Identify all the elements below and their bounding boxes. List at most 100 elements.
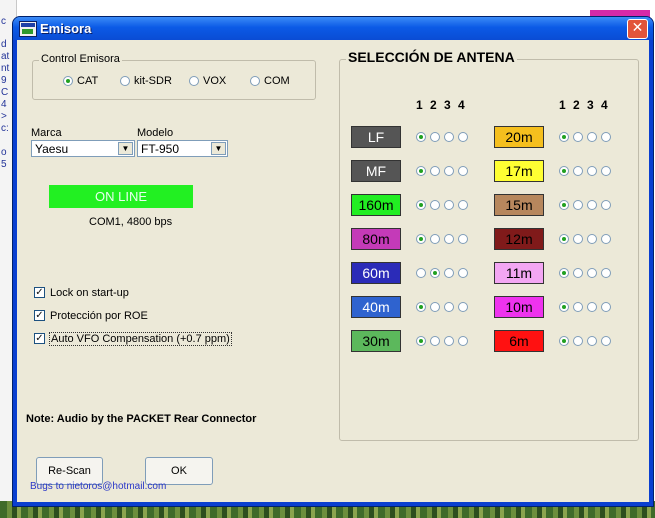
background-text-fragment: 9 — [1, 75, 7, 86]
background-text-fragment: nt — [1, 63, 10, 74]
antenna-1-radio-15m[interactable] — [559, 200, 569, 210]
modelo-select[interactable]: FT-950 ▼ — [137, 140, 228, 157]
antenna-4-radio-60m[interactable] — [458, 268, 468, 278]
antenna-2-radio-80m[interactable] — [430, 234, 440, 244]
antenna-1-radio-11m[interactable] — [559, 268, 569, 278]
antenna-1-radio-mf[interactable] — [416, 166, 426, 176]
antenna-2-radio-lf[interactable] — [430, 132, 440, 142]
antenna-4-radio-20m[interactable] — [601, 132, 611, 142]
band-lf-label: LF — [351, 126, 401, 148]
antenna-3-radio-60m[interactable] — [444, 268, 454, 278]
antenna-3-radio-11m[interactable] — [587, 268, 597, 278]
band-60m-label: 60m — [351, 262, 401, 284]
antenna-1-radio-lf[interactable] — [416, 132, 426, 142]
close-button[interactable]: ✕ — [627, 19, 648, 39]
antenna-1-radio-17m[interactable] — [559, 166, 569, 176]
antenna-2-radio-11m[interactable] — [573, 268, 583, 278]
control-option-label: CAT — [77, 75, 99, 88]
antenna-3-radio-160m[interactable] — [444, 200, 454, 210]
antenna-3-radio-40m[interactable] — [444, 302, 454, 312]
antenna-selection-group: SELECCIÓN DE ANTENA 1 2 3 4 1 2 3 4 LF MF… — [339, 49, 639, 441]
antenna-2-radio-10m[interactable] — [573, 302, 583, 312]
control-radio-vox[interactable] — [189, 76, 199, 87]
band-80m-label: 80m — [351, 228, 401, 250]
antenna-4-radio-12m[interactable] — [601, 234, 611, 244]
lock-on-startup-checkbox[interactable]: ✓ — [34, 287, 45, 298]
antenna-2-radio-20m[interactable] — [573, 132, 583, 142]
band-15m-label: 15m — [494, 194, 544, 216]
antenna-3-radio-lf[interactable] — [444, 132, 454, 142]
antenna-4-radio-lf[interactable] — [458, 132, 468, 142]
left-column-header: 1 2 3 4 — [416, 98, 467, 112]
antenna-4-radio-30m[interactable] — [458, 336, 468, 346]
band-mf-label: MF — [351, 160, 401, 182]
marca-value: Yaesu — [35, 142, 69, 156]
antenna-1-radio-80m[interactable] — [416, 234, 426, 244]
auto-vfo-checkbox[interactable]: ✓ — [34, 333, 45, 344]
port-status-text: COM1, 4800 bps — [89, 216, 173, 228]
antenna-3-radio-20m[interactable] — [587, 132, 597, 142]
antenna-4-radio-17m[interactable] — [601, 166, 611, 176]
antenna-4-radio-mf[interactable] — [458, 166, 468, 176]
antenna-3-radio-6m[interactable] — [587, 336, 597, 346]
antenna-4-radio-80m[interactable] — [458, 234, 468, 244]
chevron-down-icon[interactable]: ▼ — [211, 142, 226, 155]
control-option-cat[interactable]: CAT — [63, 75, 98, 87]
control-option-vox[interactable]: VOX — [189, 75, 226, 87]
antenna-3-radio-mf[interactable] — [444, 166, 454, 176]
antenna-2-radio-12m[interactable] — [573, 234, 583, 244]
antenna-1-radio-40m[interactable] — [416, 302, 426, 312]
control-option-kitsdr[interactable]: kit-SDR — [120, 75, 172, 87]
online-status-badge: ON LINE — [49, 185, 193, 208]
emisora-window: Emisora ✕ Control Emisora CAT kit-SDR VO… — [13, 17, 653, 506]
antenna-2-radio-160m[interactable] — [430, 200, 440, 210]
bugs-email-link[interactable]: Bugs to nietoros@hotmail.com — [30, 481, 166, 492]
antenna-4-radio-15m[interactable] — [601, 200, 611, 210]
band-10m-label: 10m — [494, 296, 544, 318]
note-text: Note: Audio by the PACKET Rear Connector — [26, 413, 257, 425]
proteccion-roe-label[interactable]: Protección por ROE — [50, 310, 148, 322]
antenna-1-radio-30m[interactable] — [416, 336, 426, 346]
background-text-fragment: o — [1, 147, 7, 158]
control-option-com[interactable]: COM — [250, 75, 290, 87]
antenna-2-radio-40m[interactable] — [430, 302, 440, 312]
chevron-down-icon[interactable]: ▼ — [118, 142, 133, 155]
antenna-2-radio-6m[interactable] — [573, 336, 583, 346]
band-30m-label: 30m — [351, 330, 401, 352]
antenna-3-radio-10m[interactable] — [587, 302, 597, 312]
antenna-4-radio-10m[interactable] — [601, 302, 611, 312]
antenna-3-radio-15m[interactable] — [587, 200, 597, 210]
antenna-4-radio-40m[interactable] — [458, 302, 468, 312]
antenna-3-radio-17m[interactable] — [587, 166, 597, 176]
antenna-4-radio-6m[interactable] — [601, 336, 611, 346]
title-bar[interactable]: Emisora ✕ — [13, 17, 653, 40]
antenna-3-radio-12m[interactable] — [587, 234, 597, 244]
antenna-2-radio-17m[interactable] — [573, 166, 583, 176]
proteccion-roe-checkbox[interactable]: ✓ — [34, 310, 45, 321]
antenna-2-radio-mf[interactable] — [430, 166, 440, 176]
control-radio-kitsdr[interactable] — [120, 76, 130, 87]
antenna-2-radio-30m[interactable] — [430, 336, 440, 346]
marca-select[interactable]: Yaesu ▼ — [31, 140, 135, 157]
background-text-fragment: c — [1, 16, 6, 27]
control-radio-cat[interactable] — [63, 76, 73, 87]
antenna-4-radio-160m[interactable] — [458, 200, 468, 210]
control-radio-com[interactable] — [250, 76, 260, 87]
antenna-1-radio-12m[interactable] — [559, 234, 569, 244]
auto-vfo-label[interactable]: Auto VFO Compensation (+0.7 ppm) — [49, 332, 232, 346]
antenna-1-radio-6m[interactable] — [559, 336, 569, 346]
control-emisora-group: Control Emisora CAT kit-SDR VOX COM — [32, 53, 316, 100]
background-text-fragment: > — [1, 111, 7, 122]
antenna-4-radio-11m[interactable] — [601, 268, 611, 278]
antenna-1-radio-60m[interactable] — [416, 268, 426, 278]
lock-on-startup-label[interactable]: Lock on start-up — [50, 287, 129, 299]
antenna-1-radio-20m[interactable] — [559, 132, 569, 142]
antenna-1-radio-10m[interactable] — [559, 302, 569, 312]
control-option-label: kit-SDR — [134, 75, 172, 88]
antenna-3-radio-80m[interactable] — [444, 234, 454, 244]
antenna-3-radio-30m[interactable] — [444, 336, 454, 346]
window-title: Emisora — [40, 21, 92, 36]
antenna-2-radio-15m[interactable] — [573, 200, 583, 210]
antenna-2-radio-60m[interactable] — [430, 268, 440, 278]
antenna-1-radio-160m[interactable] — [416, 200, 426, 210]
